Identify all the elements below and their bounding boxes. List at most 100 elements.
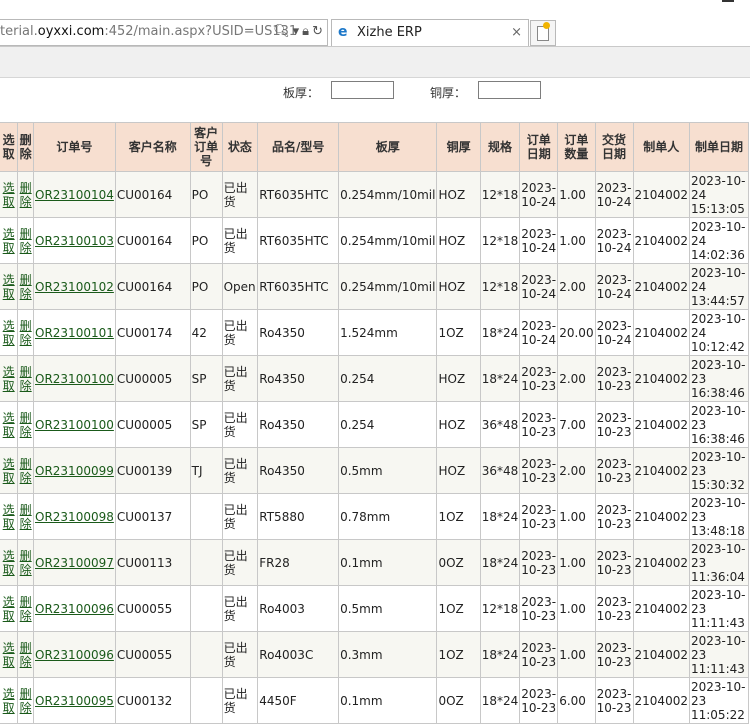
address-url[interactable]: terial.oyxxi.com:452/main.aspx?USID=US13… [0, 20, 297, 44]
customer-cell: CU00055 [114, 585, 191, 632]
delete-link[interactable]: 删除 [20, 273, 32, 301]
order-no-link[interactable]: OR23100100 [35, 372, 114, 386]
delivery-date-cell: 2023-10-23 [594, 493, 634, 540]
creator-cell: 2104002 [632, 539, 690, 586]
copper-thickness-cell: HOZ [436, 401, 481, 448]
order-no-link[interactable]: OR23100104 [35, 188, 114, 202]
order-no-link[interactable]: OR23100097 [35, 556, 114, 570]
product-cell: 4450F [257, 677, 340, 724]
table-row: 选取 删除 OR23100101 CU00174 42 已出货 Ro4350 1.524mm 1… [0, 309, 750, 356]
header-delivery-date[interactable]: 交货日期 [594, 122, 634, 172]
header-order-date[interactable]: 订单日期 [519, 122, 559, 172]
delete-link[interactable]: 删除 [20, 319, 32, 347]
delivery-date-cell: 2023-10-23 [594, 355, 634, 402]
product-cell: Ro4003 [257, 585, 340, 632]
order-no-link[interactable]: OR23100103 [35, 234, 114, 248]
select-link[interactable]: 选取 [3, 457, 15, 485]
delete-link[interactable]: 删除 [20, 457, 32, 485]
select-link[interactable]: 选取 [3, 595, 15, 623]
board-thickness-input[interactable] [331, 81, 394, 99]
header-order-no[interactable]: 订单号 [33, 122, 116, 172]
delete-link[interactable]: 删除 [20, 411, 32, 439]
delete-link[interactable]: 删除 [20, 365, 32, 393]
status-cell: 已出货 [221, 401, 259, 448]
close-icon[interactable]: × [511, 20, 522, 46]
header-order-qty[interactable]: 订单数量 [557, 122, 596, 172]
delete-link[interactable]: 删除 [20, 181, 32, 209]
copper-thickness-cell: HOZ [436, 355, 481, 402]
select-link[interactable]: 选取 [3, 227, 15, 255]
ie-icon: e [338, 24, 348, 40]
spec-cell: 12*18 [479, 263, 521, 310]
board-thickness-cell: 0.78mm [338, 493, 438, 540]
copper-thickness-cell: HOZ [436, 217, 481, 264]
select-link[interactable]: 选取 [3, 503, 15, 531]
header-spec[interactable]: 规格 [479, 122, 521, 172]
delete-link[interactable]: 删除 [20, 687, 32, 715]
order-no-link[interactable]: OR23100102 [35, 280, 114, 294]
copper-thickness-cell: HOZ [436, 171, 481, 218]
select-link[interactable]: 选取 [3, 181, 15, 209]
order-qty-cell: 1.00 [557, 493, 596, 540]
creator-cell: 2104002 [632, 263, 690, 310]
status-cell: 已出货 [221, 677, 259, 724]
header-customer-name[interactable]: 客户名称 [114, 122, 191, 172]
created-at-cell: 2023-10-24 10:12:42 [688, 309, 750, 356]
creator-cell: 2104002 [632, 447, 690, 494]
browser-tab[interactable]: e Xizhe ERP × [331, 19, 529, 46]
select-link[interactable]: 选取 [3, 687, 15, 715]
order-no-link[interactable]: OR23100100 [35, 418, 114, 432]
order-date-cell: 2023-10-23 [519, 401, 559, 448]
delete-link[interactable]: 删除 [20, 641, 32, 669]
creator-cell: 2104002 [632, 493, 690, 540]
delete-link[interactable]: 删除 [20, 227, 32, 255]
order-no-link[interactable]: OR23100096 [35, 648, 114, 662]
table-row: 选取 删除 OR23100104 CU00164 PO 已出货 RT6035HTC 0.254… [0, 171, 750, 218]
select-link[interactable]: 选取 [3, 365, 15, 393]
header-creator[interactable]: 制单人 [632, 122, 690, 172]
address-bar[interactable]: terial.oyxxi.com:452/main.aspx?USID=US13… [0, 19, 328, 46]
board-thickness-cell: 0.254mm/10mil [338, 217, 438, 264]
copper-thickness-input[interactable] [478, 81, 541, 99]
refresh-icon[interactable]: ↻ [312, 24, 323, 39]
order-no-link[interactable]: OR23100098 [35, 510, 114, 524]
delivery-date-cell: 2023-10-23 [594, 631, 634, 678]
delivery-date-cell: 2023-10-23 [594, 677, 634, 724]
customer-order-cell [189, 539, 223, 586]
select-link[interactable]: 选取 [3, 549, 15, 577]
minimize-icon[interactable] [722, 0, 734, 2]
select-link[interactable]: 选取 [3, 411, 15, 439]
customer-order-cell: PO [189, 171, 223, 218]
select-link[interactable]: 选取 [3, 273, 15, 301]
creator-cell: 2104002 [632, 309, 690, 356]
status-cell: 已出货 [221, 171, 259, 218]
delete-link[interactable]: 删除 [20, 503, 32, 531]
customer-cell: CU00164 [114, 263, 191, 310]
customer-cell: CU00164 [114, 171, 191, 218]
header-customer-order-no[interactable]: 客户订单号 [189, 122, 223, 172]
select-link[interactable]: 选取 [3, 641, 15, 669]
search-icon[interactable]: 🔍︎ [273, 24, 290, 39]
order-no-link[interactable]: OR23100101 [35, 326, 114, 340]
order-no-link[interactable]: OR23100096 [35, 602, 114, 616]
header-status[interactable]: 状态 [221, 122, 259, 172]
header-board-thickness[interactable]: 板厚 [338, 122, 438, 172]
created-at-cell: 2023-10-23 11:11:43 [688, 631, 750, 678]
board-thickness-cell: 0.254 [338, 355, 438, 402]
select-link[interactable]: 选取 [3, 319, 15, 347]
delete-link[interactable]: 删除 [20, 595, 32, 623]
header-copper-thickness[interactable]: 铜厚 [436, 122, 481, 172]
copper-thickness-cell: 1OZ [436, 493, 481, 540]
header-product[interactable]: 品名/型号 [257, 122, 340, 172]
dropdown-icon[interactable]: ▾ [293, 24, 300, 39]
order-qty-cell: 1.00 [557, 539, 596, 586]
lock-icon[interactable]: 🔒︎ [302, 24, 309, 39]
header-created-at[interactable]: 制单日期 [688, 122, 750, 172]
copper-thickness-cell: 1OZ [436, 585, 481, 632]
order-no-link[interactable]: OR23100095 [35, 694, 114, 708]
new-tab-button[interactable] [530, 20, 556, 46]
customer-cell: CU00164 [114, 217, 191, 264]
delete-link[interactable]: 删除 [20, 549, 32, 577]
order-no-link[interactable]: OR23100099 [35, 464, 114, 478]
customer-cell: CU00005 [114, 401, 191, 448]
